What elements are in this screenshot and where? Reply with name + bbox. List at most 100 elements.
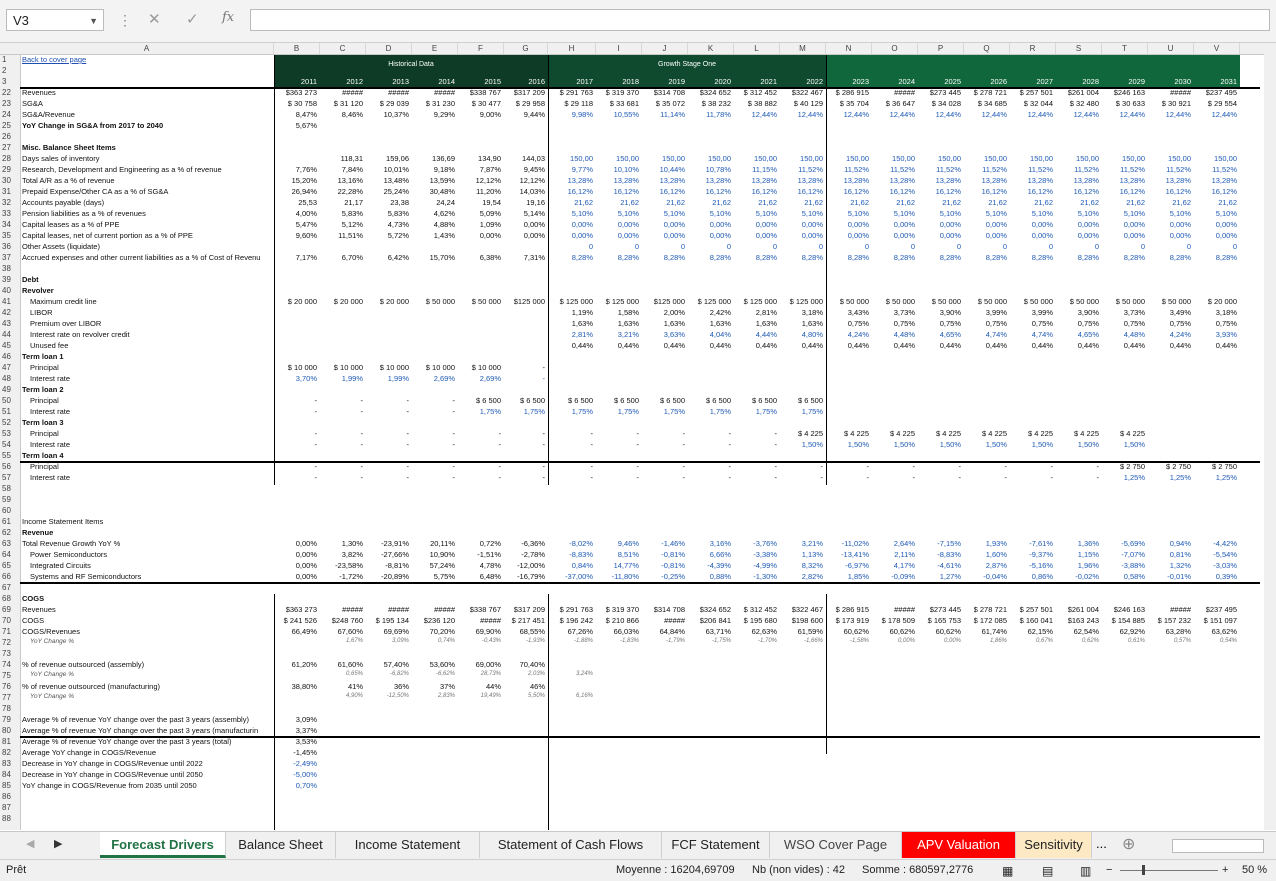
row-number[interactable]: 23: [0, 99, 20, 108]
cell[interactable]: 0,00%: [826, 220, 869, 229]
cell[interactable]: 4,80%: [780, 330, 823, 339]
cell[interactable]: 150,00: [1148, 154, 1191, 163]
cell[interactable]: 5,10%: [1056, 209, 1099, 218]
row-number[interactable]: 76: [0, 682, 20, 691]
row-number[interactable]: 37: [0, 253, 20, 262]
cell[interactable]: 3,63%: [642, 330, 685, 339]
cell[interactable]: $ 291 763: [548, 605, 593, 614]
cell[interactable]: 1,63%: [734, 319, 777, 328]
cell[interactable]: $ 29 118: [548, 99, 593, 108]
cell[interactable]: 0: [734, 242, 777, 251]
cell[interactable]: $ 125 000: [596, 297, 639, 306]
row-number[interactable]: 70: [0, 616, 20, 625]
cell[interactable]: 1,99%: [366, 374, 409, 383]
cell[interactable]: 5,10%: [688, 209, 731, 218]
cell[interactable]: -1,70%: [734, 638, 777, 644]
row-number[interactable]: 26: [0, 132, 20, 141]
cell[interactable]: 70,20%: [412, 627, 455, 636]
cell[interactable]: 5,14%: [504, 209, 545, 218]
cell[interactable]: -8,81%: [366, 561, 409, 570]
cell[interactable]: -: [366, 462, 410, 471]
cell[interactable]: -0,25%: [642, 572, 685, 581]
cell[interactable]: 64,84%: [642, 627, 685, 636]
column-header-k[interactable]: K: [688, 43, 734, 54]
cell[interactable]: $ 50 000: [918, 297, 961, 306]
cell[interactable]: 3,21%: [780, 539, 823, 548]
cell[interactable]: -: [412, 429, 456, 438]
row-number[interactable]: 31: [0, 187, 20, 196]
cell[interactable]: 12,44%: [1102, 110, 1145, 119]
cell[interactable]: $ 319 370: [596, 605, 639, 614]
cell[interactable]: 5,75%: [412, 572, 455, 581]
enter-icon[interactable]: ✓: [186, 10, 199, 28]
cell[interactable]: 2,87%: [964, 561, 1007, 570]
cell[interactable]: -: [412, 462, 456, 471]
cell[interactable]: $ 29 958: [504, 99, 545, 108]
column-header-o[interactable]: O: [872, 43, 918, 54]
cell[interactable]: 0,00%: [1056, 220, 1099, 229]
cell[interactable]: -: [548, 462, 594, 471]
cell[interactable]: 63,62%: [1194, 627, 1237, 636]
cell[interactable]: 3,99%: [1010, 308, 1053, 317]
cell[interactable]: $ 36 647: [872, 99, 915, 108]
cell[interactable]: $ 40 129: [780, 99, 823, 108]
cell[interactable]: 4,17%: [872, 561, 915, 570]
row-number[interactable]: 38: [0, 264, 20, 273]
row-number[interactable]: 2: [0, 66, 20, 75]
row-number[interactable]: 74: [0, 660, 20, 669]
cell[interactable]: 0,75%: [918, 319, 961, 328]
cell[interactable]: 36%: [366, 682, 409, 691]
cell[interactable]: 1,30%: [320, 539, 363, 548]
cell[interactable]: $ 6 500: [596, 396, 639, 405]
cell[interactable]: 10,37%: [366, 110, 409, 119]
cell[interactable]: 150,00: [1056, 154, 1099, 163]
cell[interactable]: 5,67%: [274, 121, 317, 130]
column-header-q[interactable]: Q: [964, 43, 1010, 54]
cell[interactable]: 16,12%: [918, 187, 961, 196]
cell[interactable]: 4,90%: [320, 693, 363, 699]
cell[interactable]: 0,44%: [918, 341, 961, 350]
cell[interactable]: 0,00%: [872, 231, 915, 240]
cell[interactable]: -2,78%: [504, 550, 545, 559]
column-header-h[interactable]: H: [548, 43, 596, 54]
cell[interactable]: 3,90%: [918, 308, 961, 317]
cell[interactable]: 150,00: [826, 154, 869, 163]
cell[interactable]: 0,00%: [274, 561, 317, 570]
cell[interactable]: -3,76%: [734, 539, 777, 548]
row-number[interactable]: 82: [0, 748, 20, 757]
row-number[interactable]: 45: [0, 341, 20, 350]
cell[interactable]: 0: [642, 242, 685, 251]
cell[interactable]: #####: [872, 605, 915, 614]
cell[interactable]: $ 4 225: [1010, 429, 1053, 438]
cell[interactable]: 16,12%: [688, 187, 731, 196]
cell[interactable]: $163 243: [1056, 616, 1099, 625]
cell[interactable]: $ 157 232: [1148, 616, 1191, 625]
column-header-p[interactable]: P: [918, 43, 964, 54]
cell[interactable]: 11,52%: [780, 165, 823, 174]
column-header-v[interactable]: V: [1194, 43, 1240, 54]
cell[interactable]: $ 4 225: [872, 429, 915, 438]
cell[interactable]: $ 312 452: [734, 88, 777, 97]
cell[interactable]: 1,63%: [780, 319, 823, 328]
cell[interactable]: 3,73%: [872, 308, 915, 317]
cell[interactable]: 8,28%: [642, 253, 685, 262]
scroll-left-icon[interactable]: ◀: [26, 837, 34, 850]
row-number[interactable]: 83: [0, 759, 20, 768]
cell[interactable]: -: [504, 462, 546, 471]
cell[interactable]: 5,83%: [366, 209, 409, 218]
cell[interactable]: 12,44%: [872, 110, 915, 119]
cell[interactable]: -12,00%: [504, 561, 545, 570]
cell[interactable]: 21,62: [596, 198, 639, 207]
cell[interactable]: $ 4 225: [826, 429, 869, 438]
cell[interactable]: 11,52%: [1148, 165, 1191, 174]
cell[interactable]: 13,28%: [826, 176, 869, 185]
cell[interactable]: 11,20%: [458, 187, 501, 196]
cell[interactable]: 6,16%: [548, 693, 593, 699]
cell[interactable]: 10,01%: [366, 165, 409, 174]
cell[interactable]: -: [412, 440, 456, 449]
cell[interactable]: 5,10%: [918, 209, 961, 218]
cell[interactable]: 3,49%: [1148, 308, 1191, 317]
cell[interactable]: -37,00%: [548, 572, 593, 581]
cell[interactable]: $ 6 500: [548, 396, 593, 405]
cell[interactable]: 118,31: [320, 154, 363, 163]
